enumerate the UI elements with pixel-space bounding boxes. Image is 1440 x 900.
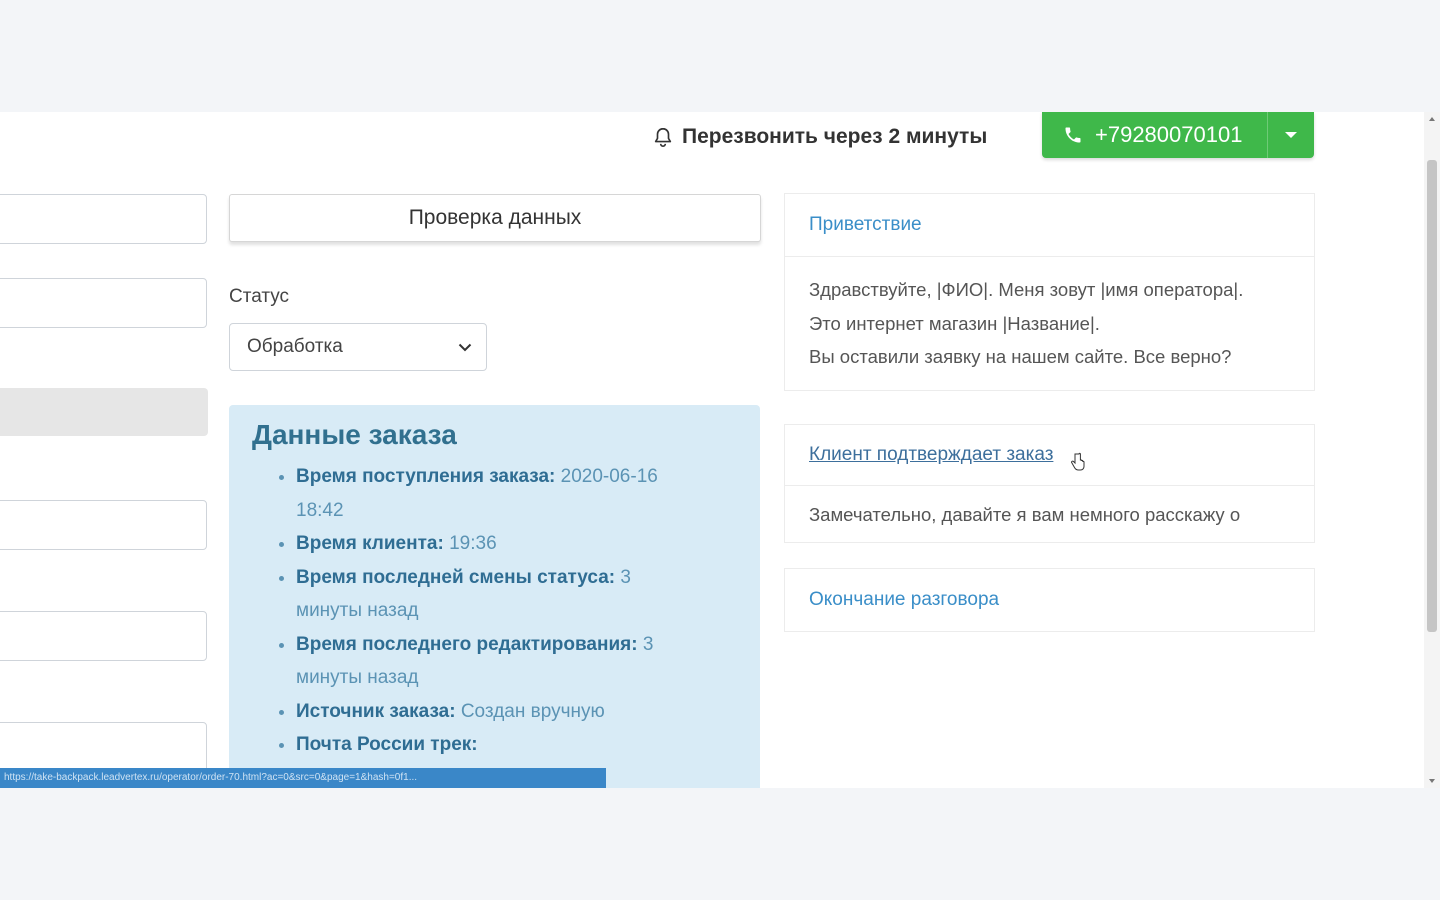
list-item: Время последнего редактирования: 3 минут… (296, 628, 760, 695)
phone-call-button[interactable]: +79280070101 (1042, 112, 1314, 158)
bell-icon (654, 127, 672, 147)
script-ending-block: Окончание разговора (784, 568, 1315, 632)
order-info-list: Время поступления заказа: 2020-06-16 18:… (252, 460, 760, 762)
chevron-down-icon (458, 343, 472, 351)
scroll-down-arrow-icon[interactable] (1429, 778, 1435, 784)
hand-cursor-icon (1070, 452, 1085, 471)
list-item: Источник заказа: Создан вручную (296, 695, 760, 729)
script-confirm-link[interactable]: Клиент подтверждает заказ (785, 425, 1314, 486)
left-input-4[interactable] (0, 611, 207, 661)
script-greeting-title[interactable]: Приветствие (785, 194, 1314, 257)
status-selected-value: Обработка (247, 336, 343, 357)
scrollbar-thumb[interactable] (1427, 160, 1437, 632)
check-data-button[interactable]: Проверка данных (229, 194, 761, 242)
phone-dropdown-toggle[interactable] (1267, 112, 1314, 158)
script-greeting-block: Приветствие Здравствуйте, |ФИО|. Меня зо… (784, 193, 1315, 391)
app-frame: Перезвонить через 2 минуты +79280070101 … (0, 112, 1440, 788)
left-input-1[interactable] (0, 194, 207, 244)
script-ending-title[interactable]: Окончание разговора (785, 569, 1314, 631)
list-item: Время поступления заказа: 2020-06-16 18:… (296, 460, 760, 527)
status-select[interactable]: Обработка (229, 323, 487, 371)
left-input-2[interactable] (0, 278, 207, 328)
order-info-title: Данные заказа (252, 419, 457, 450)
script-confirm-text: Замечательно, давайте я вам немного расс… (809, 504, 1241, 525)
browser-status-url: https://take-backpack.leadvertex.ru/oper… (0, 768, 606, 788)
phone-icon (1065, 127, 1081, 143)
list-item: Время последней смены статуса: 3 минуты … (296, 561, 760, 628)
left-input-5[interactable] (0, 722, 207, 772)
order-info-panel: Данные заказа Время поступления заказа: … (229, 405, 760, 788)
scroll-up-arrow-icon[interactable] (1429, 116, 1435, 122)
callback-label: Перезвонить через 2 минуты (682, 125, 988, 148)
left-disabled-field (0, 388, 208, 436)
status-label: Статус (229, 286, 290, 307)
script-confirm-block: Клиент подтверждает заказ Замечательно, … (784, 424, 1315, 543)
phone-number: +79280070101 (1095, 122, 1243, 147)
script-greeting-text: Здравствуйте, |ФИО|. Меня зовут |имя опе… (809, 279, 1244, 367)
list-item: Время клиента: 19:36 (296, 527, 760, 561)
list-item: Почта России трек: (296, 728, 760, 762)
caret-down-icon (1285, 132, 1297, 138)
left-input-3[interactable] (0, 500, 207, 550)
callback-reminder[interactable]: Перезвонить через 2 минуты (652, 122, 987, 152)
